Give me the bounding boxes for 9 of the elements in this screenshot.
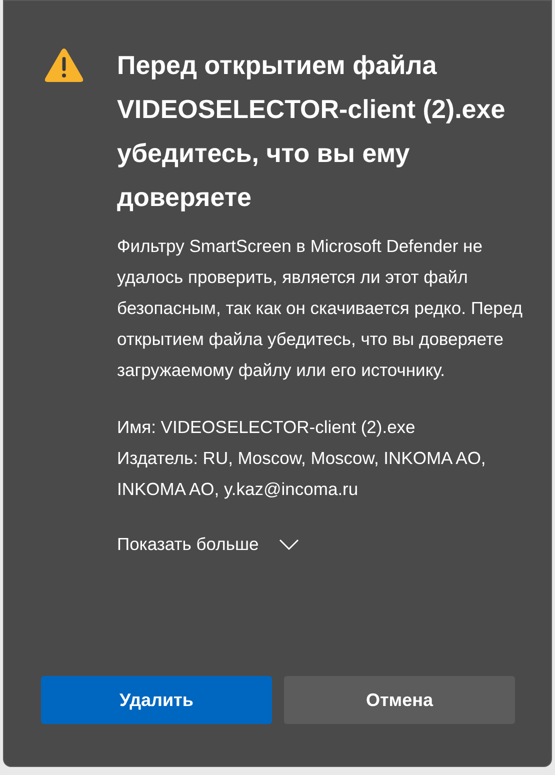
file-detail-text: Имя: VIDEOSELECTOR-client (2).exe: [117, 416, 416, 439]
chevron-icon: [278, 538, 299, 550]
file-detail-text: Издатель: RU, Moscow, Moscow, INKOMA AO, INKOMA AO, y.kaz@incoma.ru: [117, 447, 487, 501]
dialog-button[interactable]: Удалить: [41, 676, 272, 724]
show-more-link[interactable]: Показать больше: [117, 534, 299, 555]
warning-icon: [44, 47, 84, 83]
description-text: Фильтру SmartScreen в Microsoft Defender не удалось проверить, является ли этот файл безопасным, так как он скачивается редко. Перед открытием файла убедитесь, что вы доверяете загружаемому файлу или его источнику.: [117, 235, 524, 382]
dialog-title: Перед открытием файла VIDEOSELECTOR-client (2).exe убедитесь, что вы ему доверяете: [117, 49, 506, 214]
dialog-button[interactable]: Отмена: [284, 676, 515, 724]
